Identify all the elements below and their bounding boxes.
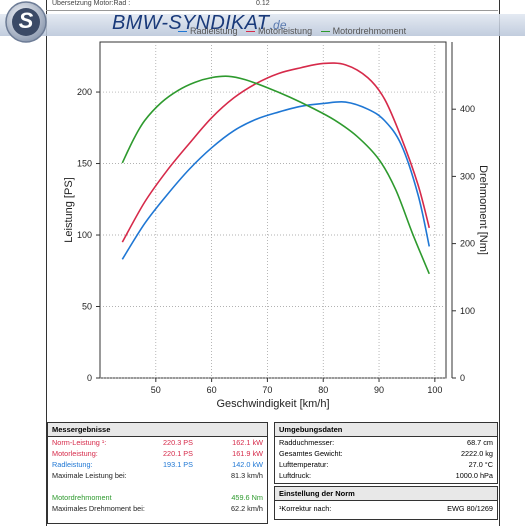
x-tick-label: 100 [427,385,442,395]
results-label: Motorleistung: [52,449,98,458]
results-row: Maximale Leistung bei: 81.3 km/h [48,470,267,481]
y2-tick-label: 200 [460,239,475,249]
y-tick-label: 200 [77,87,92,97]
results-value-kw: 161.9 kW [232,449,263,458]
norm-label: ¹Korrektur nach: [279,504,332,513]
norm-panel: Einstellung der Norm ¹Korrektur nach: EW… [274,486,498,520]
results-label: Norm-Leistung ¹: [52,438,107,447]
environment-label: Gesamtes Gewicht: [279,449,343,458]
norm-value: EWG 80/1269 [447,504,493,513]
y2-tick-label: 0 [460,373,465,383]
y-axis-label: Leistung [PS] [63,177,75,242]
environment-value: 2222.0 kg [460,449,493,458]
y-tick-label: 150 [77,159,92,169]
y2-axis-label: Drehmoment [Nm] [477,165,489,255]
environment-row: Lufttemperatur: 27.0 °C [275,459,497,470]
environment-rows: Radduchmesser: 68.7 cm Gesamtes Gewicht: 22… [275,437,497,481]
results-row: Motordrehmoment 459.6 Nm [48,492,267,503]
norm-row: ¹Korrektur nach: EWG 80/1269 [275,503,497,514]
results-value-kw: 142.0 kW [232,460,263,469]
environment-row: Radduchmesser: 68.7 cm [275,437,497,448]
environment-label: Lufttemperatur: [279,460,329,469]
y-tick-label: 0 [87,373,92,383]
environment-value: 1000.0 hPa [455,471,493,480]
x-tick-label: 90 [374,385,384,395]
x-tick-label: 50 [151,385,161,395]
results-value-ps: 220.3 PS [163,438,194,447]
environment-title: Umgebungsdaten [275,423,497,437]
results-row: Maximales Drehmoment bei: 62.2 km/h [48,503,267,514]
results-value-kw: 62.2 km/h [230,504,263,513]
y-tick-label: 50 [82,302,92,312]
results-rows: Norm-Leistung ¹: 220.3 PS 162.1 kW Motorlei… [48,437,267,514]
results-label: Maximale Leistung bei: [52,471,127,480]
environment-label: Luftdruck: [279,471,312,480]
results-label: Maximales Drehmoment bei: [52,504,145,513]
results-row [48,481,267,492]
y2-tick-label: 400 [460,104,475,114]
results-row: Norm-Leistung ¹: 220.3 PS 162.1 kW [48,437,267,448]
environment-row: Luftdruck: 1000.0 hPa [275,470,497,481]
environment-value: 68.7 cm [467,438,493,447]
results-value-kw: 162.1 kW [232,438,263,447]
results-row: Radleistung: 193.1 PS 142.0 kW [48,459,267,470]
results-value-kw: 81.3 km/h [230,471,263,480]
x-tick-label: 60 [207,385,217,395]
results-label: Motordrehmoment [52,493,112,502]
plot-area [99,41,447,379]
y2-tick-label: 100 [460,306,475,316]
environment-value: 27.0 °C [468,460,493,469]
y-tick-label: 100 [77,230,92,240]
results-value-kw: 459.6 Nm [231,493,263,502]
results-panel: Messergebnisse Norm-Leistung ¹: 220.3 PS 1… [47,422,268,524]
x-tick-label: 80 [318,385,328,395]
results-row: Motorleistung: 220.1 PS 161.9 kW [48,448,267,459]
x-tick-label: 70 [262,385,272,395]
environment-panel: Umgebungsdaten Radduchmesser: 68.7 cm Gesa… [274,422,498,484]
results-value-ps: 220.1 PS [163,449,194,458]
environment-label: Radduchmesser: [279,438,335,447]
results-title: Messergebnisse [48,423,267,437]
environment-row: Gesamtes Gewicht: 2222.0 kg [275,448,497,459]
y2-tick-label: 300 [460,171,475,181]
x-axis-label: Geschwindigkeit [km/h] [216,398,329,410]
dyno-chart: 50 60 70 80 90 100 0 50 100 150 200 0 100 200 300 400 Ge… [63,41,489,410]
norm-title: Einstellung der Norm [275,487,497,501]
results-value-ps: 193.1 PS [163,460,194,469]
results-label: Radleistung: [52,460,93,469]
